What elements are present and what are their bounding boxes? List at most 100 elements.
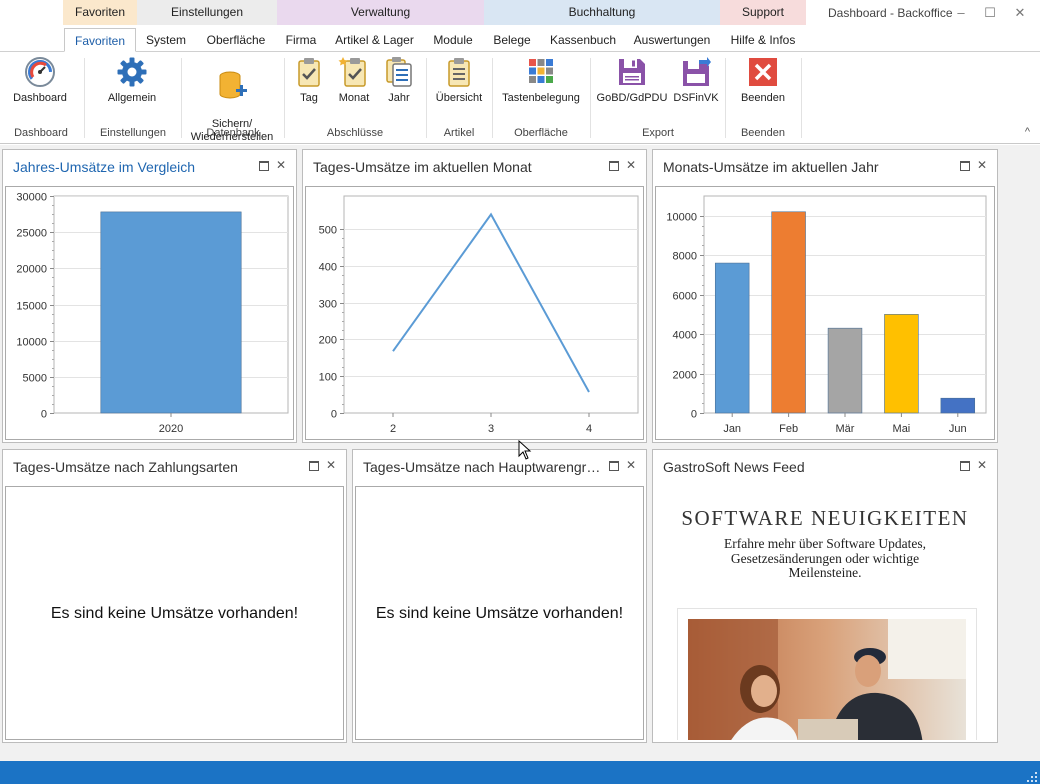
monat-button[interactable]: Monat: [334, 56, 374, 105]
panel-news-feed: GastroSoft News Feed ✕ SOFTWARE NEUIGKEI…: [652, 449, 998, 743]
clipboard-stack-icon: [386, 57, 412, 87]
news-headline: SOFTWARE NEUIGKEITEN: [681, 506, 969, 530]
panel-header: Jahres-Umsätze im Vergleich ✕: [3, 150, 296, 184]
database-icon: [219, 71, 247, 99]
bar-jun: [940, 397, 976, 414]
mouse-cursor-icon: [518, 440, 532, 460]
y-tick-label: 15000: [16, 301, 47, 313]
chart-tages-monat: 0 100 200 300 400 500 2 3 4: [319, 195, 639, 435]
tab-auswertungen[interactable]: Auswertungen: [626, 28, 718, 52]
maximize-panel-icon[interactable]: [606, 458, 620, 472]
category-label: Support: [741, 5, 785, 19]
group-label-oberflaeche: Oberfläche: [514, 127, 568, 139]
group-label-datenbank: Datenbank: [206, 127, 260, 139]
collapse-ribbon-button[interactable]: ^: [1025, 126, 1030, 138]
uebersicht-button-label: Übersicht: [435, 92, 483, 104]
maximize-panel-icon[interactable]: [606, 158, 620, 172]
close-panel-icon[interactable]: ✕: [975, 158, 989, 172]
jahr-button[interactable]: Jahr: [382, 56, 416, 105]
exit-icon: [749, 58, 777, 86]
chart-monats: 0 2000 4000 6000 8000 10000 Jan Feb Mär Mai Jun: [666, 195, 987, 435]
tastenbelegung-button[interactable]: Tastenbelegung: [498, 56, 584, 105]
window-title: Dashboard - Backoffice: [828, 6, 953, 20]
chart-area: 0 100 200 300 400 500 2 3 4: [305, 186, 644, 440]
bar-2020: [100, 211, 242, 414]
minimize-button[interactable]: –: [952, 4, 970, 22]
news-content[interactable]: SOFTWARE NEUIGKEITEN Erfahre mehr über S…: [655, 486, 995, 740]
close-panel-icon[interactable]: ✕: [274, 158, 288, 172]
tab-firma[interactable]: Firma: [277, 28, 325, 52]
panel-hauptwarengruppen: Tages-Umsätze nach Hauptwarengru... ✕ Es…: [352, 449, 647, 743]
close-panel-icon[interactable]: ✕: [975, 458, 989, 472]
dsfinvk-button[interactable]: DSFinVK: [672, 56, 720, 105]
delivery-photo-image: [688, 619, 966, 740]
gobd-button-label: GoBD/GdPDU: [596, 92, 668, 104]
group-label-abschluesse: Abschlüsse: [326, 127, 384, 139]
y-tick-label: 0: [691, 409, 697, 421]
chart-area: 0 5000 10000 15000 20000 25000 30000 2020: [5, 186, 294, 440]
ribbon: Dashboard Allgemein Sichern/ Wiederherst…: [0, 52, 1040, 144]
panel-header: Tages-Umsätze nach Hauptwarengru... ✕: [353, 450, 646, 484]
panel-title: Monats-Umsätze im aktuellen Jahr: [663, 159, 879, 175]
group-separator: [181, 58, 182, 138]
beenden-button[interactable]: Beenden: [732, 56, 794, 105]
panel-tages-umsaetze-monat: Tages-Umsätze im aktuellen Monat ✕ 0 100 2…: [302, 149, 647, 443]
bar-mär: [827, 327, 863, 414]
tab-artikel-lager[interactable]: Artikel & Lager: [327, 28, 422, 52]
monat-button-label: Monat: [338, 92, 370, 104]
y-tick-label: 6000: [673, 291, 697, 303]
resize-grip-icon[interactable]: [1027, 772, 1037, 782]
tab-kassenbuch[interactable]: Kassenbuch: [542, 28, 624, 52]
dashboard-button[interactable]: Dashboard: [6, 56, 74, 105]
group-label-artikel: Artikel: [443, 127, 475, 139]
x-tick-label: 3: [488, 423, 494, 435]
bar-feb: [771, 211, 806, 414]
tab-oberflaeche[interactable]: Oberfläche: [197, 28, 275, 52]
panel-title: Jahres-Umsätze im Vergleich: [13, 159, 196, 175]
news-photo[interactable]: [677, 608, 977, 740]
allgemein-button[interactable]: Allgemein: [98, 56, 166, 105]
panel-header: Tages-Umsätze nach Zahlungsarten ✕: [3, 450, 346, 484]
x-tick-label: 2020: [159, 423, 183, 435]
close-panel-icon[interactable]: ✕: [624, 158, 638, 172]
close-panel-icon[interactable]: ✕: [324, 458, 338, 472]
gobd-gdpdu-button[interactable]: GoBD/GdPDU: [596, 56, 668, 105]
close-button[interactable]: ✕: [1011, 4, 1029, 22]
y-tick-label: 10000: [16, 337, 47, 349]
y-tick-label: 100: [319, 372, 337, 384]
empty-message: Es sind keine Umsätze vorhanden!: [375, 605, 624, 622]
clipboard-check-icon: [298, 58, 320, 87]
dsfinvk-button-label: DSFinVK: [673, 92, 719, 104]
dashboard-button-label: Dashboard: [13, 92, 67, 104]
tab-hilfe-infos[interactable]: Hilfe & Infos: [722, 28, 804, 52]
uebersicht-button[interactable]: Übersicht: [432, 56, 486, 105]
x-tick-label: 4: [586, 423, 592, 435]
empty-chart-area: Es sind keine Umsätze vorhanden!: [355, 486, 644, 740]
gauge-icon: [25, 57, 55, 87]
tab-belege[interactable]: Belege: [486, 28, 538, 52]
panel-header: GastroSoft News Feed ✕: [653, 450, 997, 484]
x-tick-label: Jun: [949, 423, 967, 435]
tag-button[interactable]: Tag: [292, 56, 326, 105]
category-label: Buchhaltung: [568, 5, 636, 19]
maximize-panel-icon[interactable]: [957, 458, 971, 472]
category-label: Einstellungen: [170, 5, 244, 19]
tab-module[interactable]: Module: [424, 28, 482, 52]
tab-favoriten[interactable]: Favoriten: [64, 28, 136, 52]
maximize-panel-icon[interactable]: [957, 158, 971, 172]
bar-jan: [714, 262, 750, 414]
tab-system[interactable]: System: [137, 28, 195, 52]
clipboard-list-icon: [448, 58, 470, 87]
category-label: Verwaltung: [350, 5, 411, 19]
panel-header: Tages-Umsätze im aktuellen Monat ✕: [303, 150, 646, 184]
maximize-panel-icon[interactable]: [306, 458, 320, 472]
maximize-button[interactable]: ☐: [981, 4, 999, 22]
save-export-icon: [683, 57, 711, 86]
group-separator: [590, 58, 591, 138]
x-tick-label: Feb: [779, 423, 798, 435]
x-tick-label: 2: [390, 423, 396, 435]
chart-jahres: 0 5000 10000 15000 20000 25000 30000 2020: [16, 192, 289, 435]
close-panel-icon[interactable]: ✕: [624, 458, 638, 472]
tag-button-label: Tag: [300, 92, 318, 104]
maximize-panel-icon[interactable]: [256, 158, 270, 172]
